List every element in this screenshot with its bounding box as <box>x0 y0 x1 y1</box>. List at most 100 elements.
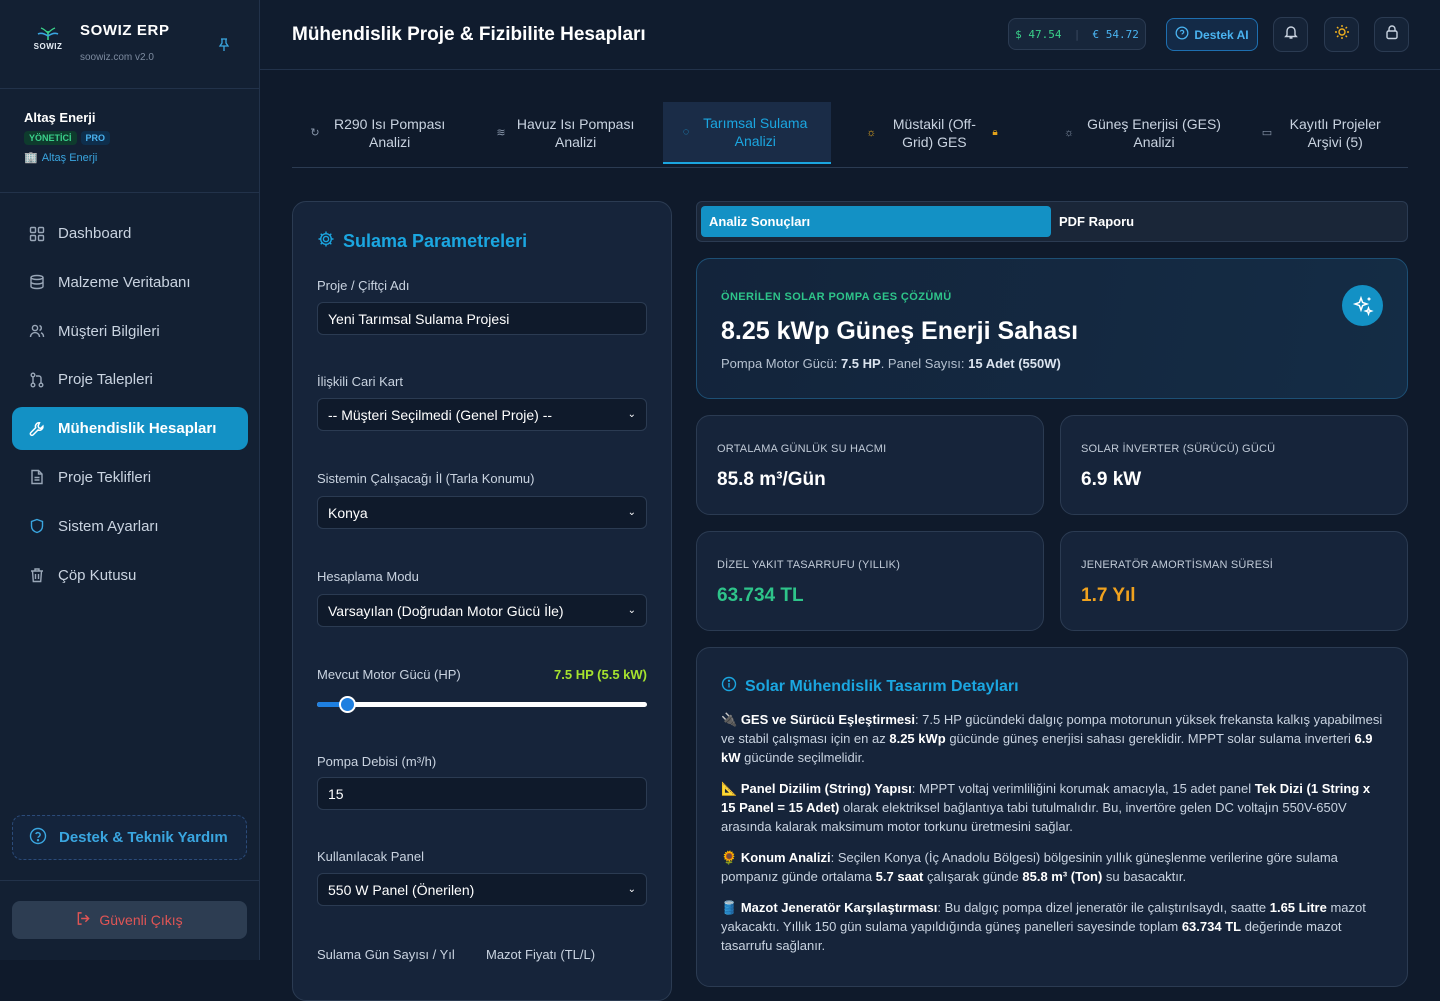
trash-icon <box>28 566 46 584</box>
panel-select-value: 550 W Panel (Önerilen) <box>328 881 475 898</box>
notifications-button[interactable] <box>1273 17 1308 52</box>
database-icon <box>28 273 46 291</box>
daily-water-stat: ORTALAMA GÜNLÜK SU HACMI 85.8 m³/Gün <box>696 415 1044 515</box>
pump-flow-input[interactable]: 15 <box>317 777 647 810</box>
tab-project-archive[interactable]: ▭ Kayıtlı Projeler Arşivi (5) <box>1250 102 1400 164</box>
sidebar-item-dashboard[interactable]: Dashboard <box>12 212 248 255</box>
building-icon: 🏢 <box>24 152 38 164</box>
sidebar-item-label: Müşteri Bilgileri <box>58 322 160 340</box>
sidebar-item-customers[interactable]: Müşteri Bilgileri <box>12 310 248 353</box>
chevron-down-icon: ⌄ <box>627 884 636 895</box>
detail-text: : MPPT voltaj verimliliğini korumak amac… <box>911 781 1255 796</box>
result-tabs: Analiz Sonuçları PDF Raporu <box>696 201 1408 242</box>
details-title-label: Solar Mühendislik Tasarım Detayları <box>745 677 1019 695</box>
role-badge: YÖNETİCİ <box>24 131 77 145</box>
brand: SOWIZ SOWIZ ERP soowiz.com v2.0 <box>24 18 236 74</box>
git-pull-icon <box>28 371 46 389</box>
sun-icon <box>1334 24 1350 45</box>
detail-highlight: 8.25 kWp <box>889 731 946 746</box>
logout-icon <box>76 911 91 929</box>
sidebar-item-materials[interactable]: Malzeme Veritabanı <box>12 261 248 304</box>
tab-agricultural-irrigation[interactable]: ◌ Tarımsal Sulama Analizi <box>663 102 831 164</box>
bell-icon <box>1283 24 1299 45</box>
divider <box>0 880 260 881</box>
ruler-icon: 📐 <box>721 781 738 796</box>
customer-select[interactable]: -- Müşteri Seçilmedi (Genel Proje) -- ⌄ <box>317 398 647 431</box>
sidebar-item-offers[interactable]: Proje Teklifleri <box>12 456 248 499</box>
hero-kicker: ÖNERİLEN SOLAR POMPA GES ÇÖZÜMÜ <box>721 291 952 303</box>
tab-off-grid-ges[interactable]: ☼ Müstakil (Off-Grid) GES 🔒︎ <box>844 102 1020 164</box>
sidebar-item-settings[interactable]: Sistem Ayarları <box>12 505 248 548</box>
panel-count-result: 15 Adet (550W) <box>968 356 1061 371</box>
gear-icon <box>317 230 335 253</box>
mode-select-value: Varsayılan (Doğrudan Motor Gücü İle) <box>328 602 564 619</box>
detail-heading: Konum Analizi <box>740 850 831 865</box>
panel-select[interactable]: 550 W Panel (Önerilen) ⌄ <box>317 873 647 906</box>
eur-rate: € 54.72 <box>1092 27 1139 41</box>
tab-r290-heat-pump[interactable]: ↻ R290 Isı Pompası Analizi <box>292 102 468 164</box>
detail-highlight: 63.734 TL <box>1181 919 1242 934</box>
slider-thumb[interactable] <box>338 696 356 713</box>
users-icon <box>28 322 46 340</box>
sun-icon: ☼ <box>1063 127 1075 139</box>
sidebar-item-trash[interactable]: Çöp Kutusu <box>12 554 248 597</box>
tab-analysis-results[interactable]: Analiz Sonuçları <box>701 206 1051 237</box>
logout-label: Güvenli Çıkış <box>99 912 183 928</box>
stat-label: DİZEL YAKIT TASARRUFU (YILLIK) <box>717 559 901 571</box>
logout-button[interactable]: Güvenli Çıkış <box>12 901 247 939</box>
mode-select[interactable]: Varsayılan (Doğrudan Motor Gücü İle) ⌄ <box>317 594 647 627</box>
help-circle-icon <box>1175 26 1189 43</box>
motor-power-value: 7.5 HP (5.5 kW) <box>554 667 647 682</box>
logo-text: SOWIZ <box>33 42 63 51</box>
tab-pool-heat-pump[interactable]: ≋ Havuz Isı Pompası Analizi <box>478 102 654 164</box>
stat-value: 85.8 m³/Gün <box>717 469 826 490</box>
customer-select-value: -- Müşteri Seçilmedi (Genel Proje) -- <box>328 406 553 423</box>
support-ai-label: Destek AI <box>1194 27 1249 42</box>
detail-text: çalışarak günde <box>923 869 1023 884</box>
tab-label: Havuz Isı Pompası Analizi <box>516 116 635 150</box>
plug-icon: 🔌 <box>721 712 738 727</box>
sidebar-item-engineering[interactable]: Mühendislik Hesapları <box>12 407 248 451</box>
tab-ges-analysis[interactable]: ☼ Güneş Enerjisi (GES) Analizi <box>1044 102 1244 164</box>
detail-text: gücünde güneş enerjisi sahası gereklidir… <box>945 731 1355 746</box>
wrench-icon <box>28 420 46 438</box>
droplet-icon: ◌ <box>682 126 690 138</box>
user-name: Altaş Enerji <box>24 110 96 125</box>
tab-label: R290 Isı Pompası Analizi <box>333 116 446 150</box>
detail-text: : Bu dalgıç pompa dizel jeneratör ile ça… <box>937 900 1270 915</box>
currency-widget: $ 47.54 | € 54.72 <box>1008 18 1146 50</box>
sun-icon: ☼ <box>866 127 877 139</box>
pin-icon[interactable] <box>218 38 230 55</box>
document-icon <box>28 468 46 486</box>
detail-paragraph-string: 📐 Panel Dizilim (String) Yapısı: MPPT vo… <box>721 779 1385 836</box>
grid-icon <box>28 225 46 243</box>
motor-power-label: Mevcut Motor Gücü (HP) <box>317 667 461 682</box>
detail-highlight: 85.8 m³ (Ton) <box>1022 869 1103 884</box>
payback-stat: JENERATÖR AMORTİSMAN SÜRESİ 1.7 Yıl <box>1060 531 1408 631</box>
project-name-input[interactable]: Yeni Tarımsal Sulama Projesi <box>317 302 647 335</box>
customer-label: İlişkili Cari Kart <box>317 374 403 389</box>
support-button[interactable]: Destek & Teknik Yardım <box>12 815 247 860</box>
sidebar-item-project-requests[interactable]: Proje Talepleri <box>12 358 248 401</box>
motor-power-slider[interactable] <box>317 696 647 713</box>
detail-text: gücünde seçilmelidir. <box>740 750 865 765</box>
motor-power-result: 7.5 HP <box>840 356 881 371</box>
pump-flow-label: Pompa Debisi (m³/h) <box>317 754 437 769</box>
detail-heading: GES ve Sürücü Eşleştirmesi <box>740 712 915 727</box>
theme-toggle-button[interactable] <box>1324 17 1359 52</box>
lock-button[interactable] <box>1374 17 1409 52</box>
stat-value: 6.9 kW <box>1081 469 1142 490</box>
solution-hero-card: ÖNERİLEN SOLAR POMPA GES ÇÖZÜMÜ 8.25 kWp… <box>696 258 1408 399</box>
info-icon <box>721 676 737 697</box>
tab-label: Müstakil (Off-Grid) GES <box>892 116 976 150</box>
sowiz-logo: SOWIZ <box>24 26 72 66</box>
support-ai-button[interactable]: Destek AI <box>1166 18 1258 51</box>
plan-badge: PRO <box>80 131 111 145</box>
city-select[interactable]: Konya ⌄ <box>317 496 647 529</box>
tab-pdf-report[interactable]: PDF Raporu <box>1051 206 1401 237</box>
sidebar-item-label: Proje Teklifleri <box>58 468 152 486</box>
motor-power-caption: Pompa Motor Gücü: <box>721 356 841 371</box>
sidebar-item-label: Çöp Kutusu <box>58 566 137 584</box>
waves-icon: ≋ <box>496 127 506 139</box>
detail-paragraph-driver: 🔌 GES ve Sürücü Eşleştirmesi: 7.5 HP güc… <box>721 710 1385 767</box>
